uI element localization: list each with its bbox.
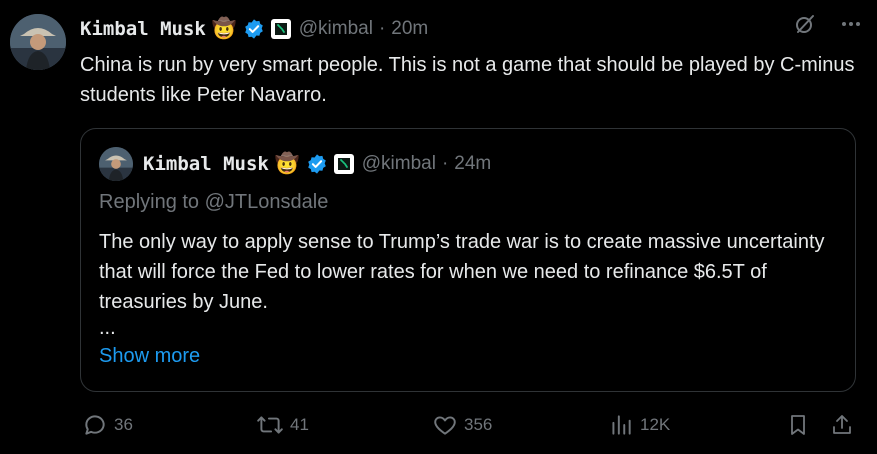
verified-badge-icon[interactable] xyxy=(306,153,328,175)
heart-icon xyxy=(434,416,456,435)
verified-badge-icon[interactable] xyxy=(243,18,265,40)
separator-dot: · xyxy=(441,153,449,174)
share-button[interactable] xyxy=(830,412,860,438)
cowboy-emoji: 🤠 xyxy=(211,18,237,40)
author-name[interactable]: Kimbal Musk xyxy=(80,18,206,40)
more-icon[interactable] xyxy=(839,12,863,41)
tweet-time[interactable]: 20m xyxy=(391,18,428,40)
grok-icon[interactable] xyxy=(793,12,817,41)
quote-author-name[interactable]: Kimbal Musk xyxy=(143,153,269,175)
quote-author-handle[interactable]: @kimbal xyxy=(362,153,436,175)
bookmark-button[interactable] xyxy=(786,412,816,438)
quote-author-avatar[interactable] xyxy=(99,147,133,181)
quote-header: Kimbal Musk 🤠 @kimbal · 24m xyxy=(143,149,491,179)
tweet-header: Kimbal Musk 🤠 @kimbal · 20m xyxy=(80,14,428,44)
author-handle[interactable]: @kimbal xyxy=(299,18,373,40)
affiliate-badge-icon[interactable] xyxy=(270,19,291,39)
quote-text: The only way to apply sense to Trump’s t… xyxy=(99,231,825,313)
action-bar: 36 41 356 12K xyxy=(0,412,877,442)
separator-dot: · xyxy=(378,18,386,39)
show-more-link[interactable]: Show more xyxy=(99,345,200,368)
reply-button[interactable]: 36 xyxy=(82,412,133,438)
quote-time[interactable]: 24m xyxy=(454,153,491,175)
repost-icon xyxy=(257,416,283,434)
author-avatar[interactable] xyxy=(10,14,66,70)
replying-to[interactable]: Replying to @JTLonsdale xyxy=(99,191,328,214)
quote-ellipsis: ... xyxy=(99,317,116,339)
share-icon xyxy=(833,415,851,434)
tweet-text: China is run by very smart people. This … xyxy=(80,54,855,106)
quoted-tweet[interactable]: Kimbal Musk 🤠 @kimbal · 24m Replying to … xyxy=(80,128,856,392)
cowboy-emoji: 🤠 xyxy=(274,153,300,175)
affiliate-badge-icon[interactable] xyxy=(333,154,354,174)
repost-button[interactable]: 41 xyxy=(256,412,309,438)
reply-count: 36 xyxy=(114,415,133,434)
views-button[interactable]: 12K xyxy=(608,412,670,438)
reply-icon xyxy=(85,415,105,435)
like-button[interactable]: 356 xyxy=(432,412,492,438)
like-count: 356 xyxy=(464,415,493,434)
views-icon xyxy=(612,415,631,435)
bookmark-icon xyxy=(791,415,805,435)
repost-count: 41 xyxy=(290,415,309,434)
views-count: 12K xyxy=(640,415,671,434)
